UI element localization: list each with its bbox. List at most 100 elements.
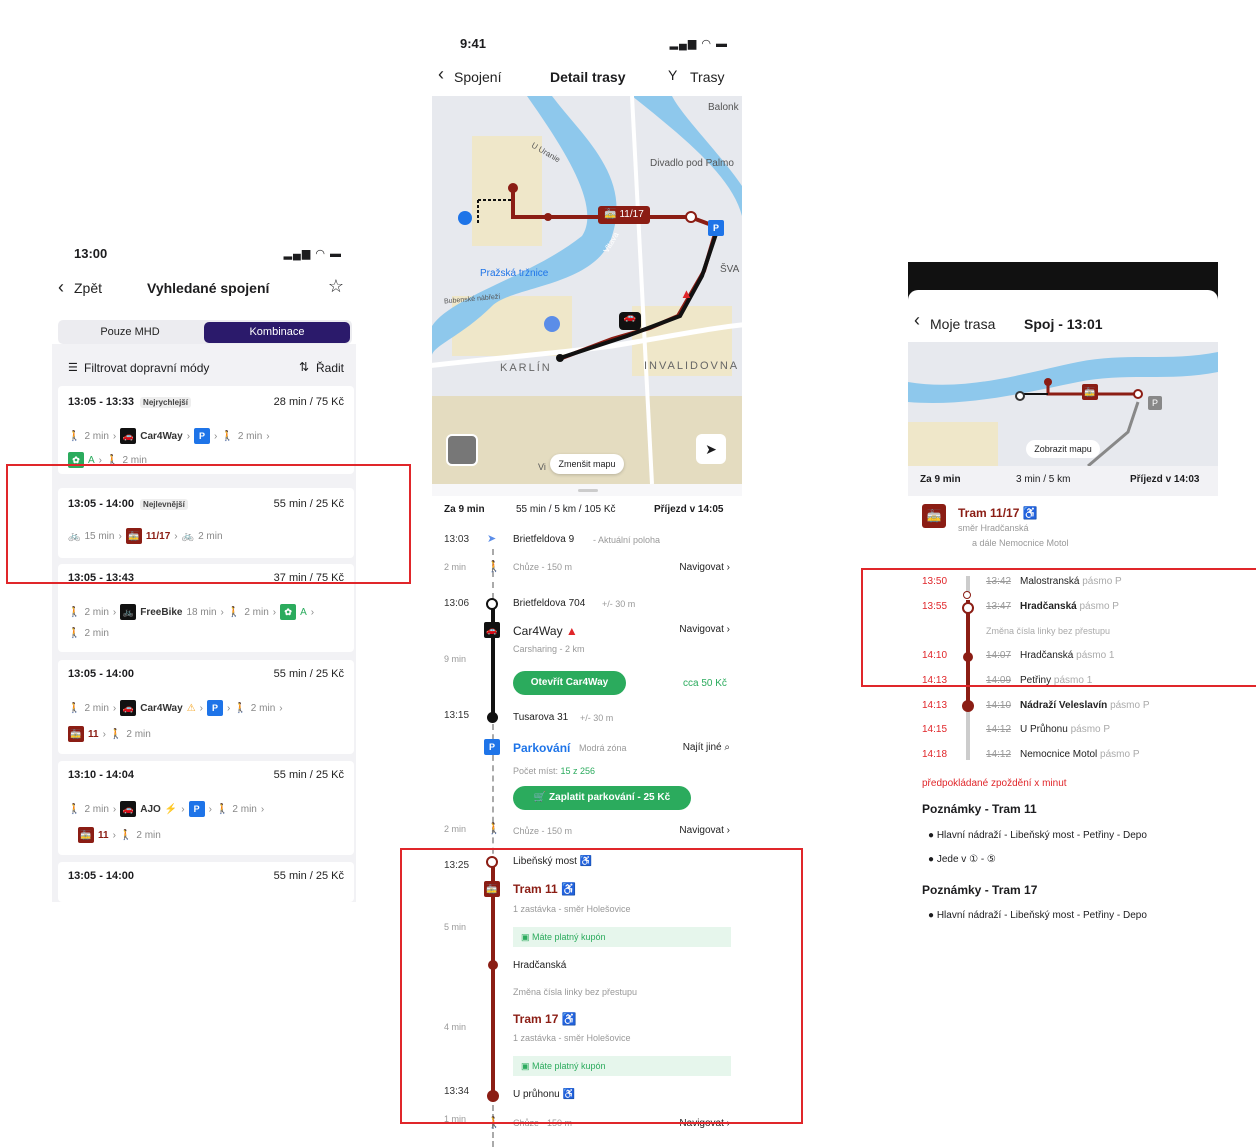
- page-title: Spoj - 13:01: [1024, 316, 1103, 332]
- walk-icon: 🚶: [68, 606, 81, 618]
- back-button[interactable]: Moje trasa: [930, 316, 995, 332]
- lightning-icon: ⚡: [164, 803, 178, 815]
- location-arrow-icon[interactable]: ➤: [696, 434, 726, 464]
- pay-parking-button[interactable]: 🛒 Zaplatit parkování - 25 Kč: [513, 786, 691, 810]
- walk-icon: 🚶: [215, 803, 229, 815]
- tab-pouze-mhd[interactable]: Pouze MHD: [60, 320, 200, 344]
- result-card[interactable]: 13:05 - 14:00 55 min / 25 Kč 🚶 2 min › 🚗 Ca…: [58, 660, 354, 754]
- card-time: 13:10 - 14:04: [68, 769, 135, 781]
- navigate-button[interactable]: Navigovat ›: [679, 825, 730, 836]
- price-estimate: cca 50 Kč: [683, 678, 727, 689]
- filter-button[interactable]: Filtrovat dopravní módy: [84, 361, 209, 375]
- star-icon[interactable]: ☆: [328, 276, 344, 297]
- mini-map[interactable]: 🚋 P Zobrazit mapu: [908, 342, 1218, 466]
- routes-icon[interactable]: Y: [668, 67, 677, 83]
- stop-row: 14:13 14:10 Nádraží Veleslavín pásmo P: [922, 700, 1150, 711]
- walk-icon: 🚶: [68, 430, 81, 442]
- map-tram-label: 🚋 11/17: [598, 206, 650, 224]
- card-legs-2: 🚶 2 min: [68, 628, 109, 639]
- map-label-karlin: KARLÍN: [500, 362, 552, 374]
- summary-arrival: Příjezd v 14:05: [654, 504, 724, 515]
- highlight-box: [400, 848, 803, 1124]
- card-legs-2: 🚋 11 › 🚶 2 min: [78, 827, 161, 843]
- card-time: 13:05 - 14:00: [68, 870, 135, 882]
- parking-icon: P: [194, 428, 211, 444]
- parking-icon: P: [484, 739, 500, 755]
- status-icons: ▂▄▆ ◠ ▬: [669, 38, 728, 50]
- card-time: 13:05 - 13:33 Nejrychlejší: [68, 396, 191, 408]
- highlight-box: [6, 464, 411, 584]
- highlight-box: [861, 568, 1256, 687]
- card-legs: 🚶 2 min › 🚗 Car4Way ⚠ › P › 🚶 2 min ›: [68, 700, 283, 716]
- sort-button[interactable]: Řadit: [316, 361, 344, 375]
- routes-button[interactable]: Trasy: [690, 69, 724, 85]
- parking-icon: P: [188, 801, 205, 817]
- car-icon: 🚗: [619, 312, 641, 330]
- result-card[interactable]: 13:05 - 14:00 55 min / 25 Kč: [58, 862, 354, 902]
- shrink-map-button[interactable]: Zmenšit mapu: [550, 454, 624, 474]
- card-info: 55 min / 25 Kč: [273, 668, 344, 680]
- wheelchair-icon: ♿: [1022, 506, 1038, 520]
- walk-icon: 🚶: [227, 606, 241, 618]
- tab-kombinace[interactable]: Kombinace: [204, 322, 350, 343]
- walk-icon: 🚶: [221, 430, 234, 442]
- route-map[interactable]: 🚋 11/17 P 🚗 ▲ Balonk Divadlo pod Palmo P…: [432, 96, 742, 484]
- walk-icon: 🚶: [68, 803, 81, 815]
- status-icons: ▂▄▆ ◠ ▬: [283, 248, 342, 260]
- status-time: 13:00: [74, 246, 108, 261]
- warning-icon: ▲: [565, 624, 578, 638]
- car-icon: 🚗: [120, 700, 137, 716]
- back-button[interactable]: Spojení: [454, 69, 501, 85]
- parking-title: Parkování: [513, 741, 571, 755]
- card-legs: 🚶 2 min › 🚗 Car4Way › P › 🚶 2 min ›: [68, 428, 270, 444]
- walk-icon: 🚶: [68, 628, 81, 639]
- show-map-button[interactable]: Zobrazit mapu: [1026, 440, 1100, 458]
- page-title: Vyhledané spojení: [147, 280, 270, 296]
- map-label-divadlo: Divadlo pod Palmo: [650, 158, 734, 169]
- result-card[interactable]: 13:05 - 13:33 Nejrychlejší 28 min / 75 Kč…: [58, 386, 354, 474]
- parking-icon: P: [708, 220, 724, 236]
- stop-row: 14:15 14:12 U Průhonu pásmo P: [922, 724, 1111, 735]
- map-layers-button[interactable]: [446, 434, 478, 466]
- card-time: 13:05 - 14:00: [68, 668, 135, 680]
- walk-icon: 🚶: [487, 823, 501, 835]
- find-other-button[interactable]: Najít jiné ⌕: [683, 742, 730, 753]
- cart-icon: 🛒: [533, 792, 550, 803]
- card-info: 55 min / 25 Kč: [273, 870, 344, 882]
- summary-arrival: Příjezd v 14:03: [1130, 474, 1200, 485]
- map-label-balonk: Balonk: [708, 102, 739, 113]
- tram-icon: 🚋: [78, 827, 94, 843]
- tram-icon: 🚋: [1082, 384, 1098, 400]
- navigate-button[interactable]: Navigovat ›: [679, 624, 730, 635]
- summary-departure: Za 9 min: [444, 504, 485, 515]
- result-card[interactable]: 13:10 - 14:04 55 min / 25 Kč 🚶 2 min › 🚗 AJ…: [58, 761, 354, 855]
- location-icon: ➤: [487, 533, 497, 545]
- walk-icon: 🚶: [68, 702, 81, 714]
- card-info: 28 min / 75 Kč: [273, 396, 344, 408]
- summary-distance: 3 min / 5 km: [1016, 474, 1071, 485]
- sort-icon[interactable]: ⇅: [299, 360, 309, 374]
- walk-icon: 🚶: [234, 702, 247, 714]
- back-chevron-icon[interactable]: ‹: [58, 277, 64, 298]
- filter-icon[interactable]: ☰: [68, 361, 78, 374]
- car-provider: Car4Way ▲: [513, 624, 578, 638]
- map-label-trznice: Pražská tržnice: [480, 268, 549, 279]
- page-title: Detail trasy: [550, 69, 626, 85]
- back-chevron-icon[interactable]: ‹: [438, 64, 444, 85]
- tram-icon: 🚋: [604, 209, 620, 220]
- drag-handle[interactable]: [578, 489, 598, 492]
- bike-icon: 🚲: [120, 604, 137, 620]
- parking-icon: P: [1148, 396, 1162, 410]
- map-label-invalidovna: INVALIDOVNA: [644, 360, 740, 372]
- back-button[interactable]: Zpět: [74, 280, 102, 296]
- search-icon: ⌕: [724, 742, 730, 753]
- tram-icon: 🚋: [68, 726, 84, 742]
- fastest-tag: Nejrychlejší: [140, 397, 191, 408]
- card-legs: 🚶 2 min › 🚲 FreeBike 18 min › 🚶 2 min › ✿ A ›: [68, 604, 314, 620]
- walk-icon: 🚶: [109, 728, 123, 740]
- navigate-button[interactable]: Navigovat ›: [679, 562, 730, 573]
- map-label-vi: Vi: [538, 462, 546, 472]
- open-car4way-button[interactable]: Otevřít Car4Way: [513, 671, 626, 695]
- stop-row: 14:18 14:12 Nemocnice Motol pásmo P: [922, 749, 1140, 760]
- back-chevron-icon[interactable]: ‹: [914, 310, 920, 331]
